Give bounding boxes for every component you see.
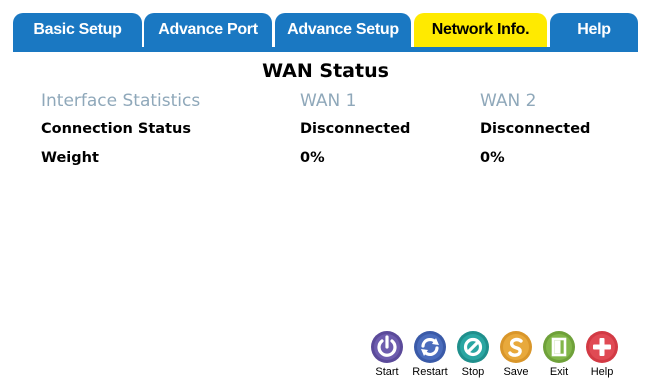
- tab-underline: [13, 47, 638, 52]
- tab-network-info[interactable]: Network Info.: [414, 13, 547, 47]
- exit-icon: [543, 331, 575, 363]
- save-icon: [500, 331, 532, 363]
- page-title: WAN Status: [262, 60, 389, 82]
- tab-advance-port[interactable]: Advance Port: [144, 13, 272, 47]
- wan1-weight: 0%: [300, 150, 325, 166]
- tab-advance-setup[interactable]: Advance Setup: [275, 13, 411, 47]
- tab-help[interactable]: Help: [550, 13, 638, 47]
- help-label: Help: [590, 366, 614, 378]
- header-wan2: WAN 2: [480, 91, 537, 111]
- power-icon: [371, 331, 403, 363]
- header-wan1: WAN 1: [300, 91, 357, 111]
- restart-icon: [414, 331, 446, 363]
- wan2-weight: 0%: [480, 150, 505, 166]
- row-label-connection-status: Connection Status: [41, 121, 191, 137]
- tab-basic-setup[interactable]: Basic Setup: [13, 13, 142, 47]
- wan1-connection-status: Disconnected: [300, 121, 411, 137]
- row-label-weight: Weight: [41, 150, 99, 166]
- header-interface-statistics: Interface Statistics: [41, 91, 201, 111]
- tab-bar: Basic Setup Advance Port Advance Setup N…: [13, 13, 638, 47]
- wan2-connection-status: Disconnected: [480, 121, 591, 137]
- stop-icon: [457, 331, 489, 363]
- help-plus-icon: [586, 331, 618, 363]
